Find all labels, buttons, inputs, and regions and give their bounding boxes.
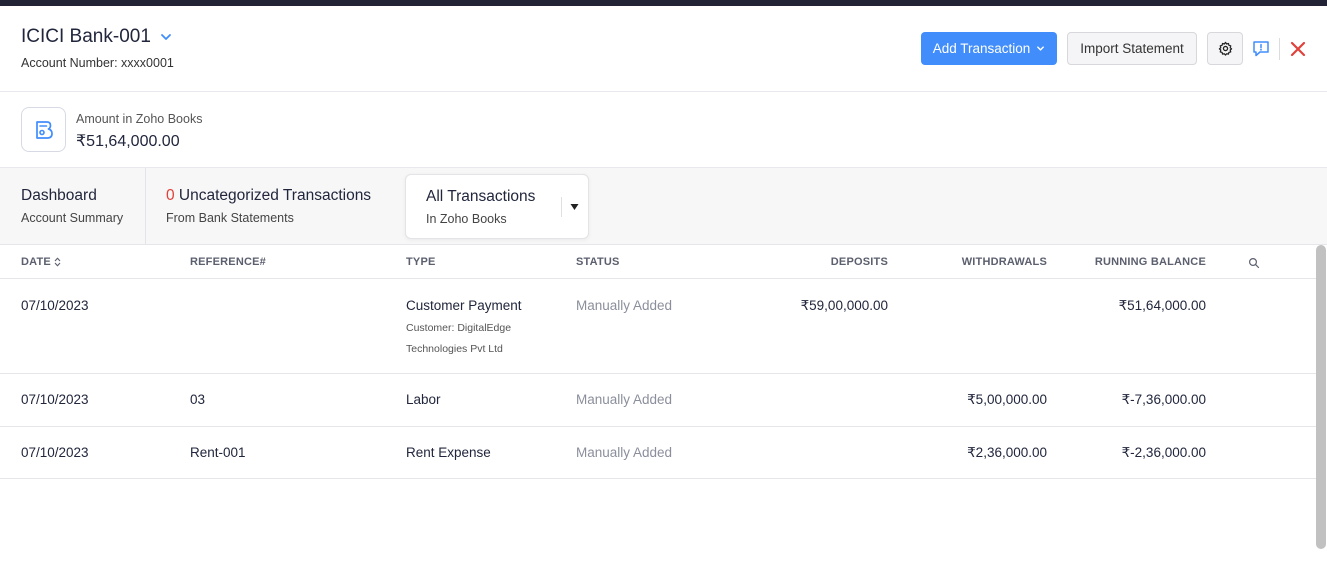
amount-value: ₹51,64,000.00: [76, 133, 180, 150]
cell-type-detail: Customer: DigitalEdge: [406, 322, 512, 334]
cell-date: 07/10/2023: [21, 445, 89, 460]
amount-summary: Amount in Zoho Books ₹51,64,000.00: [0, 92, 1327, 168]
column-type[interactable]: TYPE: [406, 256, 436, 268]
table-row[interactable]: 07/10/2023 Rent-001 Rent Expense Manuall…: [0, 427, 1316, 479]
uncategorized-count: 0: [166, 187, 175, 204]
cell-deposits: ₹59,00,000.00: [800, 298, 888, 313]
tab-dashboard[interactable]: Dashboard Account Summary: [0, 168, 146, 244]
cell-running-balance: ₹51,64,000.00: [1118, 298, 1206, 313]
caret-down-icon: [1037, 46, 1045, 51]
cell-status: Manually Added: [576, 298, 673, 313]
tab-all-divider: [561, 197, 562, 217]
cell-type-detail: Technologies Pvt Ltd: [406, 343, 503, 355]
cell-type: Labor: [406, 392, 441, 407]
column-status[interactable]: STATUS: [576, 256, 620, 268]
add-transaction-button[interactable]: Add Transaction: [921, 32, 1057, 65]
table-row[interactable]: 07/10/2023 03 Labor Manually Added ₹5,00…: [0, 374, 1316, 427]
import-statement-label: Import Statement: [1080, 41, 1184, 56]
table-header: DATE REFERENCE# TYPE STATUS DEPOSITS WIT…: [0, 245, 1316, 279]
cell-running-balance: ₹-7,36,000.00: [1121, 392, 1206, 407]
amount-label: Amount in Zoho Books: [76, 112, 203, 126]
cell-date: 07/10/2023: [21, 392, 89, 407]
tab-uncategorized-title: 0 Uncategorized Transactions: [166, 187, 371, 205]
cell-reference: 03: [190, 392, 206, 407]
settings-button[interactable]: [1207, 32, 1243, 65]
uncategorized-label: Uncategorized Transactions: [174, 187, 372, 204]
tab-dashboard-subtitle: Account Summary: [21, 211, 124, 225]
close-icon[interactable]: [1289, 40, 1307, 58]
cell-type: Customer Payment: [406, 298, 522, 313]
column-withdrawals[interactable]: WITHDRAWALS: [920, 256, 1047, 268]
tab-all-subtitle: In Zoho Books: [426, 212, 507, 226]
tab-all-transactions[interactable]: All Transactions In Zoho Books: [405, 174, 589, 239]
account-switcher[interactable]: ICICI Bank-001: [21, 26, 173, 48]
column-reference[interactable]: REFERENCE#: [190, 256, 266, 268]
account-number: Account Number: xxxx0001: [21, 56, 174, 70]
header-divider: [1279, 38, 1280, 60]
cell-status: Manually Added: [576, 445, 673, 460]
cell-reference: Rent-001: [190, 445, 246, 460]
table-row[interactable]: 07/10/2023 Customer Payment Customer: Di…: [0, 279, 1316, 374]
tab-dashboard-title: Dashboard: [21, 187, 97, 204]
tab-uncategorized-subtitle: From Bank Statements: [166, 211, 294, 225]
cell-running-balance: ₹-2,36,000.00: [1121, 445, 1206, 460]
search-icon[interactable]: [1248, 257, 1260, 269]
account-name: ICICI Bank-001: [21, 26, 151, 47]
tab-uncategorized[interactable]: 0 Uncategorized Transactions From Bank S…: [146, 168, 404, 244]
column-date[interactable]: DATE: [21, 256, 61, 268]
zoho-books-logo-icon: [21, 107, 66, 152]
account-header: ICICI Bank-001 Account Number: xxxx0001 …: [0, 6, 1327, 92]
cell-withdrawals: ₹5,00,000.00: [967, 392, 1047, 407]
add-transaction-label: Add Transaction: [932, 41, 1031, 56]
cell-date: 07/10/2023: [21, 298, 89, 313]
column-deposits[interactable]: DEPOSITS: [760, 256, 888, 268]
column-date-label: DATE: [21, 256, 51, 268]
cell-withdrawals: ₹2,36,000.00: [967, 445, 1047, 460]
view-tabs: Dashboard Account Summary 0 Uncategorize…: [0, 168, 1327, 245]
cell-status: Manually Added: [576, 392, 673, 407]
tab-all-title: All Transactions: [426, 188, 536, 205]
sort-icon[interactable]: [54, 257, 61, 267]
chevron-down-icon: [161, 34, 171, 40]
caret-down-icon[interactable]: [570, 203, 579, 211]
scrollbar-thumb[interactable]: [1316, 245, 1326, 549]
cell-type: Rent Expense: [406, 445, 491, 460]
gear-icon: [1218, 41, 1232, 56]
column-running-balance[interactable]: RUNNING BALANCE: [1060, 256, 1206, 268]
import-statement-button[interactable]: Import Statement: [1067, 32, 1197, 65]
feedback-icon[interactable]: [1251, 39, 1271, 59]
